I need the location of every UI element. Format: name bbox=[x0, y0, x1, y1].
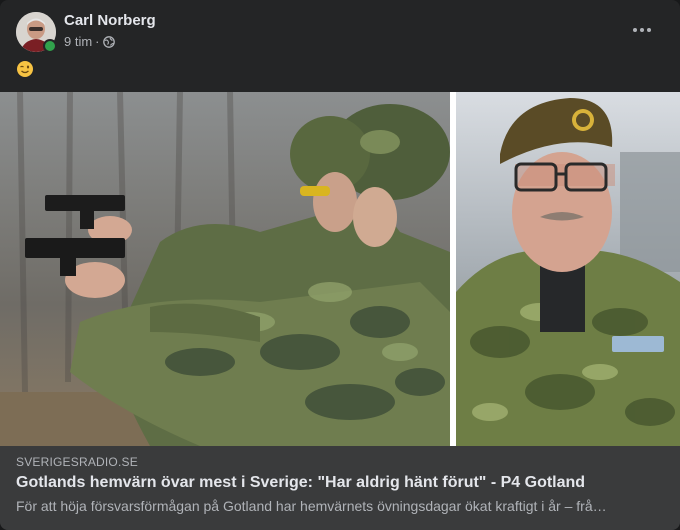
winking-face-emoji bbox=[16, 60, 34, 78]
link-description: För att höja försvarsförmågan på Gotland… bbox=[16, 498, 607, 514]
author-avatar[interactable] bbox=[16, 12, 57, 53]
post-card: Carl Norberg 9 tim · SVERIGESRADIO.SE Go… bbox=[0, 0, 680, 530]
author-name[interactable]: Carl Norberg bbox=[64, 12, 156, 29]
post-header: Carl Norberg 9 tim · bbox=[16, 12, 664, 54]
online-status-dot bbox=[43, 39, 57, 53]
link-image[interactable] bbox=[0, 91, 680, 446]
post-timestamp[interactable]: 9 tim bbox=[64, 34, 92, 49]
post-text bbox=[16, 60, 34, 83]
link-title[interactable]: Gotlands hemvärn övar mest i Sverige: "H… bbox=[16, 474, 585, 492]
link-domain: SVERIGESRADIO.SE bbox=[16, 455, 138, 469]
link-preview[interactable]: SVERIGESRADIO.SE Gotlands hemvärn övar m… bbox=[0, 446, 680, 530]
more-dots-icon bbox=[633, 28, 651, 32]
post-meta: 9 tim · bbox=[64, 34, 115, 49]
meta-separator: · bbox=[95, 34, 100, 49]
more-options-button[interactable] bbox=[628, 20, 656, 40]
globe-icon bbox=[102, 35, 115, 48]
